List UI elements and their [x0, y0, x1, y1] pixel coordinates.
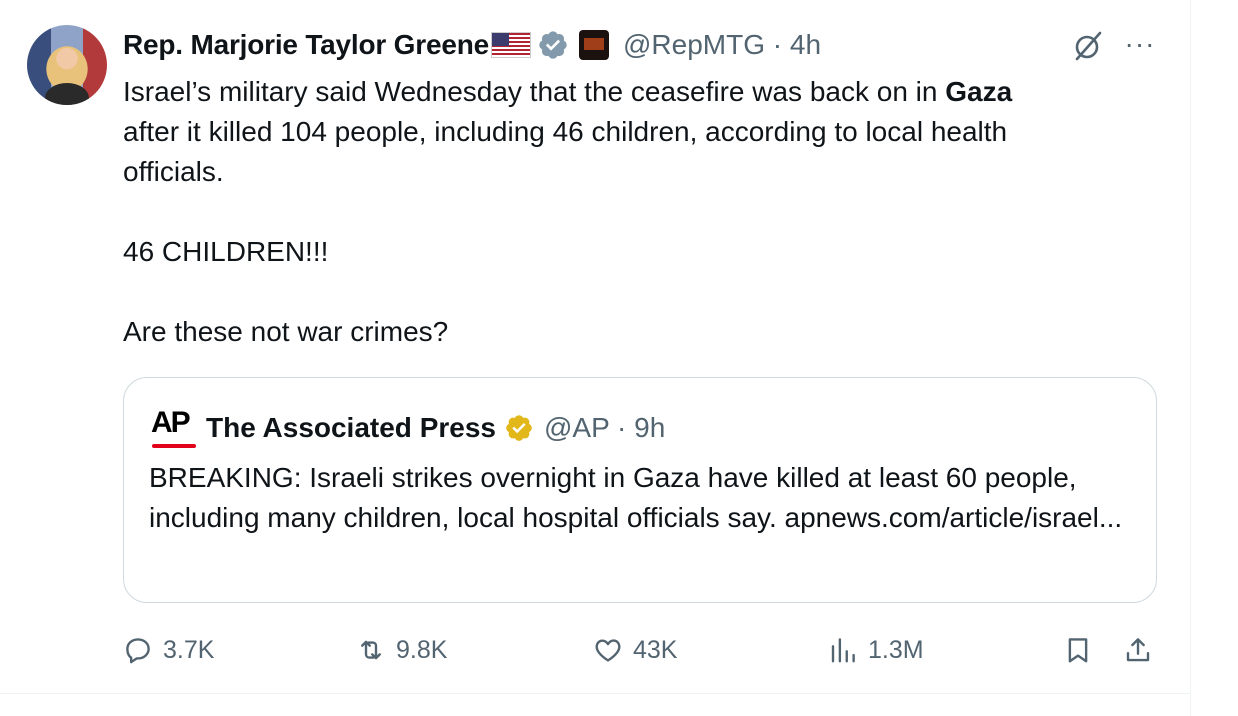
more-icon[interactable]: ··· — [1122, 30, 1158, 62]
column-right-border — [1190, 0, 1191, 716]
avatar[interactable] — [27, 25, 107, 105]
repost-count: 9.8K — [396, 635, 448, 664]
quote-time: · 9h — [617, 412, 666, 443]
views-button[interactable]: 1.3M — [828, 628, 924, 672]
repost-icon — [361, 640, 381, 660]
tweet-time[interactable]: · 4h — [773, 29, 821, 60]
bookmark-icon — [1068, 638, 1088, 663]
reply-icon — [126, 638, 150, 664]
author-name[interactable]: Rep. Marjorie Taylor Greene — [123, 29, 489, 61]
tweet-actions: 3.7K 9.8K 43K 1.3M — [123, 628, 1163, 672]
quote-author-handle[interactable]: @AP · 9h — [544, 412, 665, 444]
hashtag-gaza[interactable]: Gaza — [945, 76, 1012, 107]
reply-button[interactable]: 3.7K — [123, 628, 214, 672]
repost-button[interactable]: 9.8K — [356, 628, 447, 672]
reply-count: 3.7K — [163, 635, 215, 664]
verified-badge-gold-icon[interactable] — [504, 413, 534, 443]
us-flag-icon — [490, 32, 531, 58]
views-icon — [831, 638, 855, 663]
quote-text: BREAKING: Israeli strikes overnight in G… — [149, 462, 1123, 533]
heart-icon — [595, 639, 621, 662]
like-count: 43K — [633, 635, 678, 664]
quote-tweet-card[interactable]: AP The Associated Press @AP · 9h BREAKIN… — [123, 377, 1157, 603]
tweet-header: Rep. Marjorie Taylor Greene @RepMTG · 4h — [123, 27, 821, 63]
share-button[interactable] — [1123, 628, 1153, 672]
share-icon — [1126, 638, 1150, 662]
tweet-bottom-border — [0, 693, 1191, 694]
verified-badge-gray-icon[interactable] — [537, 29, 569, 61]
author-handle[interactable]: @RepMTG · 4h — [623, 29, 821, 61]
like-button[interactable]: 43K — [593, 628, 677, 672]
tweet-text: Israel’s military said Wednesday that th… — [123, 76, 1013, 347]
avatar-figure — [45, 83, 89, 105]
quote-author-name[interactable]: The Associated Press — [206, 412, 496, 444]
affiliate-badge-icon[interactable] — [578, 30, 609, 60]
views-count: 1.3M — [868, 635, 924, 664]
quote-header: The Associated Press @AP · 9h — [206, 408, 665, 448]
grok-icon[interactable] — [1070, 28, 1106, 64]
bookmark-button[interactable] — [1063, 628, 1093, 672]
ap-logo-icon: AP — [151, 408, 197, 452]
